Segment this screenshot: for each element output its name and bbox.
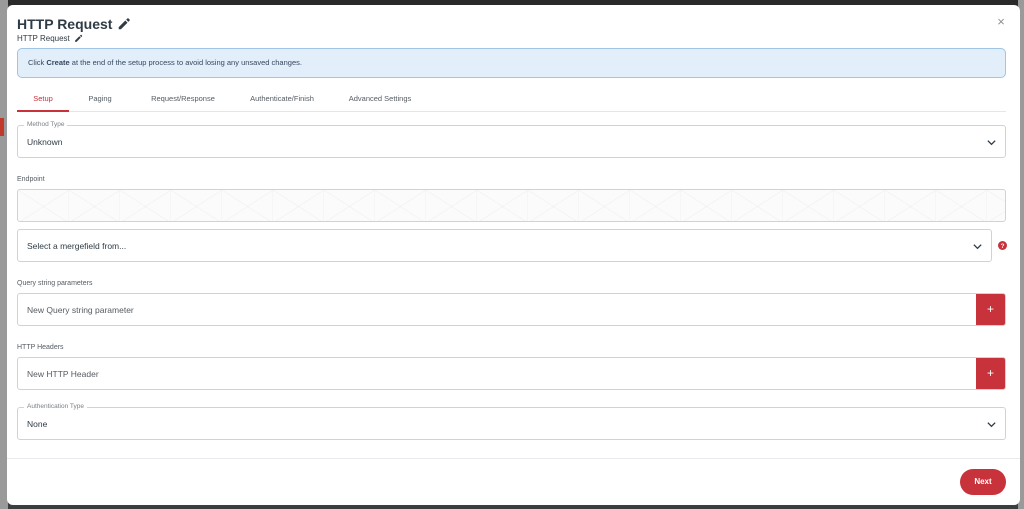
chevron-down-icon bbox=[987, 422, 996, 428]
authentication-type-value: None bbox=[27, 419, 48, 429]
endpoint-label: Endpoint bbox=[17, 176, 45, 183]
banner-create-emphasis: Create bbox=[46, 58, 70, 67]
background-left-marker bbox=[0, 118, 4, 136]
add-http-header-button[interactable]: + bbox=[976, 358, 1005, 389]
footer-divider bbox=[7, 458, 1020, 459]
setup-tabs: Setup Paging Request/Response Authentica… bbox=[17, 94, 1006, 112]
query-params-label: Query string parameters bbox=[17, 280, 93, 287]
authentication-type-select[interactable]: Authentication Type None bbox=[17, 403, 1006, 440]
chevron-down-icon bbox=[973, 244, 982, 250]
http-headers-label: HTTP Headers bbox=[17, 344, 64, 351]
authentication-type-legend: Authentication Type bbox=[24, 403, 87, 410]
svg-text:?: ? bbox=[1001, 243, 1005, 250]
method-type-legend: Method Type bbox=[24, 121, 68, 128]
add-query-param-button[interactable]: + bbox=[976, 294, 1005, 325]
http-header-input[interactable] bbox=[18, 358, 976, 389]
endpoint-field[interactable] bbox=[17, 189, 1006, 222]
next-button[interactable]: Next bbox=[960, 469, 1006, 495]
chevron-down-icon bbox=[987, 140, 996, 146]
mergefield-select[interactable]: Select a mergefield from... bbox=[17, 229, 992, 262]
edit-title-pencil-icon[interactable] bbox=[117, 17, 131, 31]
close-icon[interactable]: × bbox=[994, 15, 1008, 29]
unsaved-changes-banner: Click Create at the end of the setup pro… bbox=[17, 48, 1006, 78]
endpoint-field-pattern bbox=[18, 190, 1005, 221]
modal-subtitle: HTTP Request bbox=[17, 34, 70, 43]
tab-paging[interactable]: Paging bbox=[75, 94, 125, 112]
method-type-select[interactable]: Method Type Unknown bbox=[17, 121, 1006, 158]
query-param-input[interactable] bbox=[18, 294, 976, 325]
http-request-modal: HTTP Request HTTP Request × Click Create… bbox=[7, 5, 1020, 505]
modal-subtitle-row: HTTP Request bbox=[17, 34, 83, 43]
banner-suffix: at the end of the setup process to avoid… bbox=[69, 58, 302, 67]
help-question-icon[interactable]: ? bbox=[998, 241, 1007, 250]
method-type-value: Unknown bbox=[27, 137, 63, 147]
tab-advanced-settings[interactable]: Advanced Settings bbox=[340, 94, 420, 112]
tab-authenticate-finish[interactable]: Authenticate/Finish bbox=[237, 94, 327, 112]
tab-request-response[interactable]: Request/Response bbox=[141, 94, 225, 112]
tab-setup[interactable]: Setup bbox=[17, 94, 69, 112]
http-headers-row: + bbox=[17, 357, 1006, 390]
banner-prefix: Click bbox=[28, 58, 47, 67]
query-params-row: + bbox=[17, 293, 1006, 326]
modal-title: HTTP Request bbox=[17, 16, 113, 32]
modal-title-row: HTTP Request bbox=[17, 16, 131, 32]
mergefield-select-placeholder: Select a mergefield from... bbox=[27, 241, 127, 251]
edit-subtitle-pencil-icon[interactable] bbox=[74, 34, 83, 43]
